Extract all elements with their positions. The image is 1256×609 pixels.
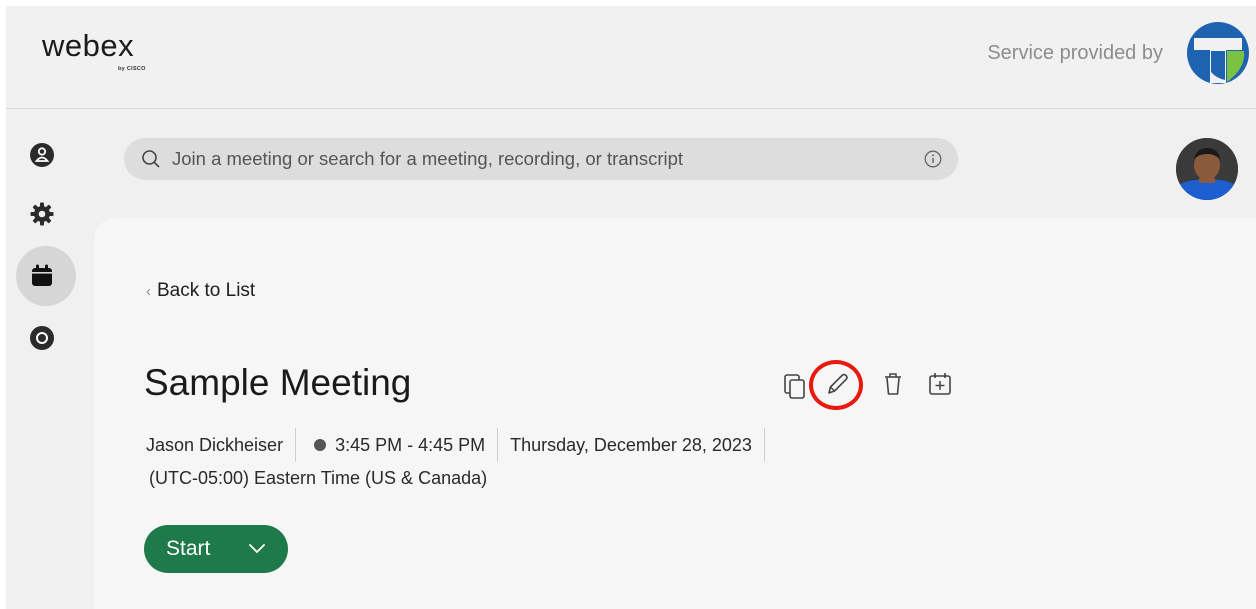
avatar-photo: [1176, 138, 1238, 200]
meeting-time: 3:45 PM - 4:45 PM: [335, 434, 486, 455]
copy-icon: [784, 374, 805, 399]
user-avatar[interactable]: [1176, 138, 1238, 200]
provider-logo: [1186, 20, 1250, 86]
status-dot-icon: [314, 439, 327, 451]
search-icon: [142, 150, 160, 168]
copy-meeting-button[interactable]: [782, 372, 808, 400]
meta-divider: [497, 428, 499, 462]
start-button-label: Start: [166, 537, 211, 560]
meta-divider: [763, 428, 765, 462]
logo-subtext: by CISCO: [118, 66, 146, 72]
app-window: webex by CISCO Service provided by Join …: [6, 6, 1256, 609]
top-header: webex by CISCO Service provided by: [6, 6, 1256, 109]
meeting-timezone: (UTC-05:00) Eastern Time (US & Canada): [149, 468, 488, 488]
meeting-title: Sample Meeting: [144, 362, 412, 403]
add-to-calendar-button[interactable]: [927, 370, 953, 398]
calendar-icon: [32, 264, 52, 286]
recordings-icon: [30, 326, 54, 350]
contacts-icon: [30, 143, 54, 167]
sidebar-item-settings[interactable]: [28, 200, 56, 228]
sidebar-item-meetings[interactable]: [28, 262, 56, 290]
chevron-left-icon: ‹: [146, 283, 151, 300]
meeting-meta-row: Jason Dickheiser 3:45 PM - 4:45 PM Thurs…: [146, 428, 777, 462]
meeting-date: Thursday, December 28, 2023: [510, 434, 752, 455]
search-placeholder: Join a meeting or search for a meeting, …: [172, 148, 684, 169]
delete-meeting-button[interactable]: [880, 370, 906, 398]
add-to-calendar-icon: [929, 373, 951, 395]
start-meeting-button[interactable]: Start: [144, 525, 288, 573]
back-to-list-label: Back to List: [157, 280, 256, 301]
webex-logo: webex by CISCO: [42, 28, 172, 88]
service-provided-text: Service provided by: [987, 42, 1163, 64]
chevron-down-icon[interactable]: [248, 541, 266, 555]
trash-icon: [885, 373, 901, 395]
search-bar[interactable]: Join a meeting or search for a meeting, …: [124, 138, 958, 180]
sidebar-item-contacts[interactable]: [28, 141, 56, 169]
info-icon[interactable]: [924, 150, 942, 168]
meta-divider: [295, 428, 297, 462]
gear-icon: [30, 202, 54, 226]
meeting-host: Jason Dickheiser: [146, 434, 284, 455]
logo-wordmark: webex: [42, 28, 135, 63]
sidebar-item-recordings[interactable]: [28, 324, 56, 352]
edit-highlight-ring: [809, 360, 863, 410]
back-to-list-link[interactable]: ‹ Back to List: [146, 280, 255, 302]
